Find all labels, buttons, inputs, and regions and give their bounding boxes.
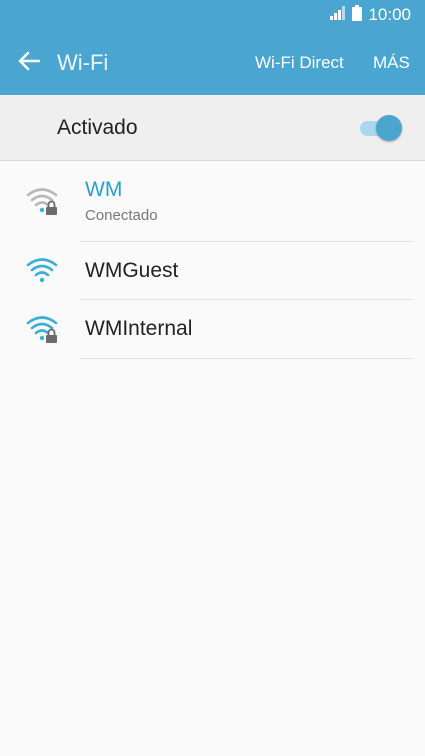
back-button[interactable] xyxy=(12,46,46,80)
wifi-direct-button[interactable]: Wi-Fi Direct xyxy=(255,50,344,76)
network-item-wminternal[interactable]: WMInternal xyxy=(0,300,425,358)
app-bar: Wi-Fi Wi-Fi Direct MÁS xyxy=(0,30,425,95)
wifi-lock-icon xyxy=(26,186,60,216)
network-item-wm[interactable]: WM Conectado xyxy=(0,162,425,242)
signal-icon xyxy=(330,5,346,25)
network-name: WM xyxy=(85,178,123,201)
page-title: Wi-Fi xyxy=(57,50,109,75)
network-item-wmguest[interactable]: WMGuest xyxy=(0,242,425,300)
divider xyxy=(80,358,413,359)
wifi-icon xyxy=(26,256,60,286)
wifi-master-label: Activado xyxy=(57,116,138,139)
battery-icon xyxy=(352,4,363,26)
status-time: 10:00 xyxy=(368,5,411,24)
status-indicators: 10:00 xyxy=(330,4,411,26)
network-name: WMInternal xyxy=(85,317,193,340)
arrow-left-icon xyxy=(18,51,41,76)
wifi-master-row[interactable]: Activado xyxy=(0,95,425,161)
network-status: Conectado xyxy=(85,207,158,224)
wifi-lock-icon xyxy=(26,314,60,344)
status-bar: 10:00 xyxy=(0,0,425,30)
wifi-toggle-switch[interactable] xyxy=(358,115,404,141)
switch-knob xyxy=(376,115,402,141)
network-name: WMGuest xyxy=(85,259,179,282)
more-button[interactable]: MÁS xyxy=(373,50,410,76)
